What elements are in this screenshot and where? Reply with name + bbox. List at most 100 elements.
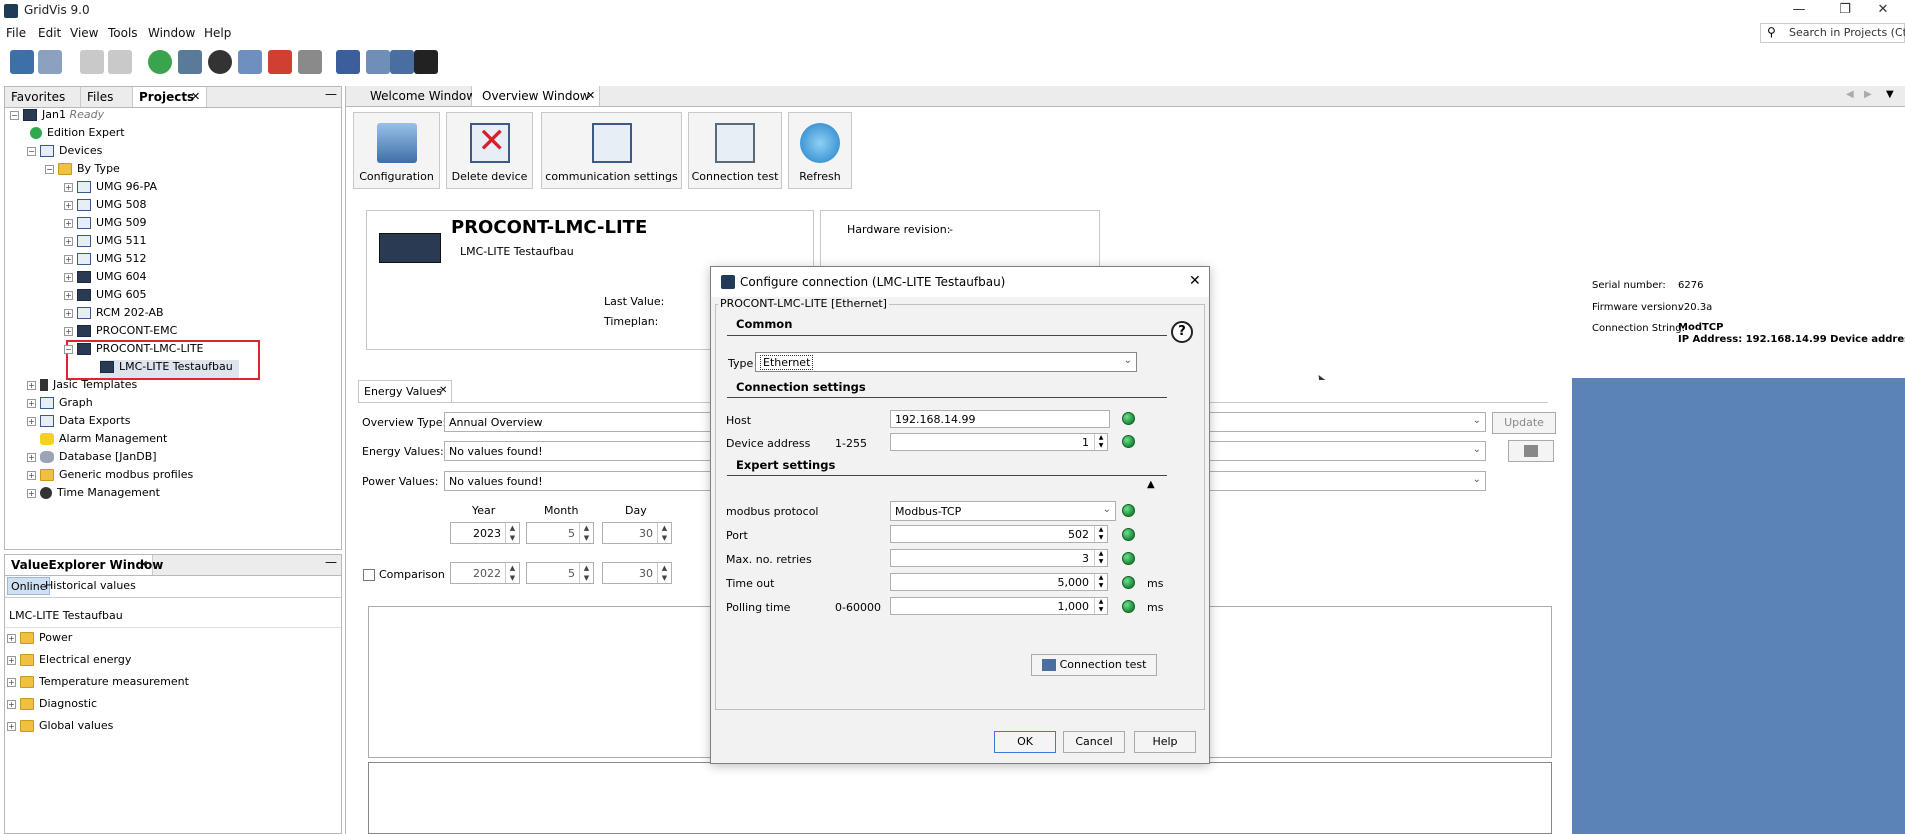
report-icon[interactable]: [268, 50, 292, 74]
close-value-explorer-icon[interactable]: ✕: [139, 558, 148, 571]
scroll-left-icon[interactable]: ◀: [1846, 89, 1854, 100]
tree-item-jasic-templates[interactable]: + Jasic Templates: [27, 378, 137, 396]
polling-time-input[interactable]: 1,000 ▲ ▼: [890, 597, 1108, 615]
spinner-arrows-icon: ▲ ▼: [505, 523, 519, 543]
tree-item-umg-96-pa[interactable]: + UMG 96-PA: [64, 180, 157, 198]
tab-historical-values[interactable]: Historical values: [45, 579, 136, 592]
tree-item-data-exports[interactable]: + Data Exports: [27, 414, 131, 432]
menu-help[interactable]: Help: [204, 26, 231, 40]
title-bar: GridVis 9.0 — ❐ ✕: [0, 0, 1905, 22]
tree-item-lmc-lite-testaufbau[interactable]: LMC-LITE Testaufbau: [100, 360, 239, 378]
device-icon: [77, 217, 91, 229]
tab-value-explorer[interactable]: ValueExplorer Window: [5, 555, 163, 575]
port-input[interactable]: 502 ▲ ▼: [890, 525, 1108, 543]
value-item-diagnostic[interactable]: + Diagnostic: [7, 697, 97, 715]
tree-item-umg-511[interactable]: + UMG 511: [64, 234, 147, 252]
tab-overview-window[interactable]: Overview Window: [472, 86, 600, 106]
tree-item-devices[interactable]: − Devices: [27, 144, 102, 162]
minimize-button[interactable]: —: [1776, 0, 1822, 22]
device-config-icon[interactable]: [178, 50, 202, 74]
spinner-arrows-icon: ▲ ▼: [657, 563, 671, 583]
menu-file[interactable]: File: [6, 26, 26, 40]
year-spinner[interactable]: 2023 ▲ ▼: [450, 522, 520, 544]
dashboard-icon[interactable]: [390, 50, 414, 74]
tree-item-rcm-202-ab[interactable]: + RCM 202-AB: [64, 306, 164, 324]
tree-item-generic-modbus[interactable]: + Generic modbus profiles: [27, 468, 193, 486]
close-window-button[interactable]: ✕: [1860, 0, 1905, 22]
sync-icon[interactable]: [148, 50, 172, 74]
export-button[interactable]: [1508, 440, 1554, 462]
settings-icon[interactable]: [366, 50, 390, 74]
tree-item-umg-604[interactable]: + UMG 604: [64, 270, 147, 288]
dialog-connection-test-button[interactable]: Connection test: [1031, 654, 1157, 676]
menu-edit[interactable]: Edit: [38, 26, 61, 40]
update-button[interactable]: Update: [1492, 412, 1556, 434]
tab-files[interactable]: Files: [81, 87, 133, 107]
tree-item-by-type[interactable]: − By Type: [45, 162, 120, 180]
comparison-month-spinner[interactable]: 5 ▲ ▼: [526, 562, 594, 584]
tab-favorites[interactable]: Favorites: [5, 87, 81, 107]
redo-icon[interactable]: [108, 50, 132, 74]
tree-item-graph[interactable]: + Graph: [27, 396, 93, 414]
minimize-panel-icon[interactable]: —: [325, 87, 337, 101]
tree-item-umg-508[interactable]: + UMG 508: [64, 198, 147, 216]
value-item-power[interactable]: + Power: [7, 631, 72, 649]
timeout-input[interactable]: 5,000 ▲ ▼: [890, 573, 1108, 591]
month-spinner[interactable]: 5 ▲ ▼: [526, 522, 594, 544]
tree-item-alarm-management[interactable]: Alarm Management: [40, 432, 167, 450]
collapse-arrow-icon[interactable]: ▲: [1147, 479, 1155, 490]
tree-item-umg-509[interactable]: + UMG 509: [64, 216, 147, 234]
search-input[interactable]: ⚲ Search in Projects (Ctrl+I): [1760, 23, 1905, 43]
academy-icon[interactable]: [414, 50, 438, 74]
menu-window[interactable]: Window: [148, 26, 195, 40]
user-icon[interactable]: [336, 50, 360, 74]
tree-item-jan1[interactable]: − Jan1 Ready: [10, 108, 104, 126]
value-item-global-values[interactable]: + Global values: [7, 719, 113, 737]
close-overview-tab-icon[interactable]: ✕: [586, 89, 595, 102]
menu-view[interactable]: View: [70, 26, 98, 40]
tree-item-umg-512[interactable]: + UMG 512: [64, 252, 147, 270]
value-item-electrical-energy[interactable]: + Electrical energy: [7, 653, 131, 671]
device-address-input[interactable]: 1 ▲ ▼: [890, 433, 1108, 451]
modbus-protocol-select[interactable]: Modbus-TCP ⌄: [890, 501, 1116, 521]
comparison-year-spinner[interactable]: 2022 ▲ ▼: [450, 562, 520, 584]
value-item-temperature[interactable]: + Temperature measurement: [7, 675, 189, 693]
cancel-button[interactable]: Cancel: [1063, 731, 1125, 753]
tab-list-icon[interactable]: ▼: [1886, 89, 1894, 100]
close-project-icon[interactable]: [38, 50, 62, 74]
undo-icon[interactable]: [80, 50, 104, 74]
minimize-panel-icon[interactable]: —: [325, 555, 337, 569]
comparison-day-spinner[interactable]: 30 ▲ ▼: [602, 562, 672, 584]
tree-item-edition-expert[interactable]: Edition Expert: [30, 126, 125, 144]
tree-item-database[interactable]: + Database [JanDB]: [27, 450, 157, 468]
day-spinner[interactable]: 30 ▲ ▼: [602, 522, 672, 544]
tab-online[interactable]: Online: [7, 577, 51, 595]
tree-item-umg-605[interactable]: + UMG 605: [64, 288, 147, 306]
tab-welcome-window[interactable]: Welcome Window: [348, 86, 476, 106]
close-energy-tab-icon[interactable]: ✕: [439, 385, 447, 396]
communication-settings-button[interactable]: communication settings: [541, 112, 682, 189]
tree-item-procont-lmc-lite[interactable]: − PROCONT-LMC-LITE: [64, 342, 204, 360]
open-project-icon[interactable]: [10, 50, 34, 74]
type-select[interactable]: Ethernet ⌄: [755, 352, 1137, 372]
topology-icon[interactable]: [208, 50, 232, 74]
close-dialog-icon[interactable]: ✕: [1189, 273, 1201, 289]
connection-test-button[interactable]: Connection test: [688, 112, 782, 189]
tab-energy-values[interactable]: Energy Values ✕: [358, 380, 452, 402]
tools-icon[interactable]: [298, 50, 322, 74]
comparison-checkbox[interactable]: [363, 569, 375, 581]
refresh-button[interactable]: Refresh: [788, 112, 852, 189]
ok-button[interactable]: OK: [994, 731, 1056, 753]
tree-item-time-management[interactable]: + Time Management: [27, 486, 160, 504]
max-retries-input[interactable]: 3 ▲ ▼: [890, 549, 1108, 567]
scroll-right-icon[interactable]: ▶: [1864, 89, 1872, 100]
close-projects-tab-icon[interactable]: ✕: [191, 90, 200, 103]
menu-tools[interactable]: Tools: [108, 26, 138, 40]
help-icon[interactable]: ?: [1171, 321, 1193, 343]
spinner-arrows-icon: ▲ ▼: [579, 563, 593, 583]
host-input[interactable]: 192.168.14.99: [890, 410, 1110, 428]
configuration-button[interactable]: Configuration: [353, 112, 440, 189]
graph-icon[interactable]: [238, 50, 262, 74]
delete-device-button[interactable]: ✕ Delete device: [446, 112, 533, 189]
help-button[interactable]: Help: [1134, 731, 1196, 753]
